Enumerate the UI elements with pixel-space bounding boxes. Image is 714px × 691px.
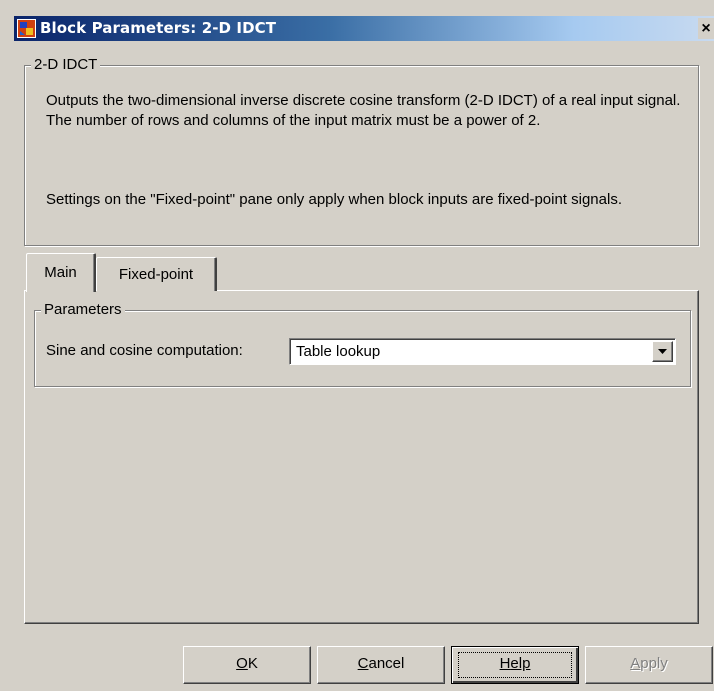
chevron-down-icon: [658, 349, 667, 354]
tab-main[interactable]: Main: [26, 253, 96, 292]
ok-label: K: [247, 655, 258, 672]
description-group-label: 2-D IDCT: [31, 56, 101, 74]
tab-main-label: Main: [44, 264, 77, 281]
apply-mnemonic: A: [630, 655, 641, 672]
window-title: Block Parameters: 2-D IDCT: [40, 19, 277, 37]
apply-label: pply: [640, 655, 668, 672]
cancel-button[interactable]: Cancel: [317, 646, 445, 684]
sine-cosine-select[interactable]: Table lookup: [289, 338, 676, 365]
dialog-window: Block Parameters: 2-D IDCT × 2-D IDCT Ou…: [0, 0, 714, 691]
tab-fixed-point-label: Fixed-point: [118, 266, 194, 283]
cancel-label: ancel: [368, 655, 405, 672]
focus-ring: [458, 652, 572, 678]
sine-cosine-label: Sine and cosine computation:: [46, 342, 243, 359]
ok-button[interactable]: OK: [183, 646, 311, 684]
simulink-block-icon: [17, 19, 36, 38]
title-bar[interactable]: Block Parameters: 2-D IDCT ×: [14, 16, 714, 41]
tab-fixed-point[interactable]: Fixed-point: [96, 257, 217, 291]
sine-cosine-value: Table lookup: [296, 343, 381, 360]
apply-button[interactable]: Apply: [585, 646, 713, 684]
fixed-point-note: Settings on the "Fixed-point" pane only …: [46, 191, 622, 208]
cancel-mnemonic: C: [357, 655, 369, 672]
close-icon[interactable]: ×: [698, 18, 714, 39]
help-button[interactable]: Help: [451, 646, 579, 684]
dropdown-button[interactable]: [652, 341, 673, 362]
description-text: Outputs the two-dimensional inverse disc…: [46, 92, 681, 129]
parameters-group-label: Parameters: [41, 301, 125, 319]
ok-mnemonic: O: [236, 655, 248, 672]
